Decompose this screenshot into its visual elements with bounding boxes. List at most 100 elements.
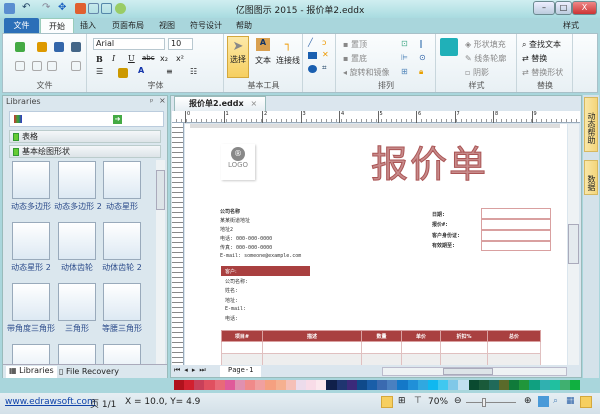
arc-icon[interactable]: ɔ xyxy=(322,38,326,47)
tab-file-recovery[interactable]: ▯ File Recovery xyxy=(59,367,119,376)
shape-fill-button[interactable]: ◈ 形状填充 xyxy=(465,39,506,50)
distribute-icon[interactable]: ‖ xyxy=(419,39,423,48)
presentation-icon[interactable]: ⊤ xyxy=(414,396,422,406)
italic-button[interactable]: I xyxy=(112,54,115,63)
color-swatch[interactable] xyxy=(326,380,337,390)
cut-icon[interactable] xyxy=(15,61,25,71)
maximize-button[interactable]: □ xyxy=(555,1,572,15)
library-section-basic-shapes[interactable]: 基本绘图形状 xyxy=(9,145,161,158)
zoom-fit-icon[interactable]: ⌕ xyxy=(553,396,558,406)
new-icon[interactable] xyxy=(15,42,25,52)
size-icon[interactable]: ⊞ xyxy=(401,67,408,76)
find-text-button[interactable]: ⌕ 查找文本 xyxy=(522,39,561,50)
normal-view-button[interactable] xyxy=(381,396,393,408)
color-swatch[interactable] xyxy=(488,380,499,390)
color-swatch[interactable] xyxy=(174,380,185,390)
color-swatch[interactable] xyxy=(346,380,357,390)
line-icon[interactable]: ╱ xyxy=(308,38,313,47)
text-tool-button[interactable]: A 文本 xyxy=(252,38,274,66)
color-swatch[interactable] xyxy=(570,380,581,390)
vertical-scrollbar[interactable] xyxy=(568,124,579,365)
website-link[interactable]: www.edrawsoft.com xyxy=(5,397,96,407)
color-swatch[interactable] xyxy=(204,380,215,390)
color-swatch[interactable] xyxy=(407,380,418,390)
rotate-flip-button[interactable]: ◂ 旋转和镜像 xyxy=(343,67,390,78)
data-tab[interactable]: 数据 xyxy=(584,160,598,195)
tab-help[interactable]: 帮助 xyxy=(228,18,260,33)
save-icon[interactable] xyxy=(54,42,64,52)
cross-icon[interactable]: ✕ xyxy=(322,50,329,59)
ellipse-icon[interactable] xyxy=(308,65,317,73)
color-swatch[interactable] xyxy=(499,380,510,390)
zoom-in-button[interactable]: ⊕ xyxy=(524,396,532,406)
shadow-button[interactable]: ▫ 阴影 xyxy=(465,67,489,78)
color-swatch[interactable] xyxy=(377,380,388,390)
color-swatch[interactable] xyxy=(468,380,479,390)
color-swatch[interactable] xyxy=(397,380,408,390)
style-menu[interactable]: 样式 xyxy=(555,18,587,33)
shape-dynamic-polygon[interactable] xyxy=(12,161,50,199)
color-swatch[interactable] xyxy=(255,380,266,390)
tab-page-layout[interactable]: 页面布局 xyxy=(104,18,152,33)
group-icon[interactable]: ⊡ xyxy=(401,39,408,48)
format-painter-icon[interactable] xyxy=(71,61,81,71)
center-icon[interactable]: ⊙ xyxy=(419,53,426,62)
color-swatch[interactable] xyxy=(265,380,276,390)
color-swatch[interactable] xyxy=(509,380,520,390)
tab-file[interactable]: 文件 xyxy=(4,18,39,33)
library-menu-icon[interactable] xyxy=(14,115,22,123)
zoom-out-button[interactable]: ⊖ xyxy=(454,396,462,406)
color-swatch[interactable] xyxy=(539,380,550,390)
paste-icon[interactable] xyxy=(47,61,57,71)
color-swatch[interactable] xyxy=(458,380,469,390)
font-size-select[interactable]: 10 xyxy=(168,38,193,50)
tab-close-icon[interactable]: × xyxy=(250,99,257,108)
select-tool-button[interactable]: ➤ 选择 xyxy=(227,36,249,78)
color-swatch[interactable] xyxy=(438,380,449,390)
valid-until-field[interactable] xyxy=(481,241,551,251)
subscript-button[interactable]: x₂ xyxy=(160,54,168,63)
color-swatch[interactable] xyxy=(214,380,225,390)
page-view-icon[interactable]: ⊞ xyxy=(398,396,406,406)
page-tab[interactable]: Page-1 xyxy=(220,366,262,377)
strikethrough-button[interactable]: abc xyxy=(142,54,155,62)
drawing-canvas[interactable]: ® LOGO 报价单 公司名称 某某街道地址 地址2 电话: 000-000-0… xyxy=(185,124,567,365)
close-button[interactable]: X xyxy=(572,1,597,15)
minimize-button[interactable]: – xyxy=(533,1,555,15)
font-family-select[interactable]: Arial xyxy=(93,38,165,50)
shape-dynamic-star-2[interactable] xyxy=(12,222,50,260)
tab-view[interactable]: 视图 xyxy=(151,18,183,33)
color-swatch[interactable] xyxy=(295,380,307,390)
color-swatch[interactable] xyxy=(529,380,540,390)
bullets-icon[interactable]: ☷ xyxy=(190,67,197,76)
color-swatch[interactable] xyxy=(184,380,195,390)
color-swatch[interactable] xyxy=(417,380,428,390)
horizontal-scrollbar[interactable] xyxy=(382,367,567,376)
quick-style-icon[interactable] xyxy=(440,38,458,56)
color-swatch[interactable] xyxy=(356,380,367,390)
shape-dynamic-star[interactable] xyxy=(103,161,141,199)
tab-insert[interactable]: 插入 xyxy=(72,18,104,33)
page-nav-buttons[interactable]: ⏮◂▸⏭ xyxy=(174,366,210,375)
replace-button[interactable]: ⇄ 替换 xyxy=(522,53,547,64)
grid-icon[interactable]: ▦ xyxy=(566,396,575,406)
color-swatch[interactable] xyxy=(194,380,205,390)
connector-tool-button[interactable]: ┐ 连接线 xyxy=(275,38,301,66)
bold-button[interactable]: B xyxy=(96,54,103,64)
color-swatch[interactable] xyxy=(478,380,489,390)
highlight-icon[interactable] xyxy=(118,68,128,78)
shape-triangle[interactable] xyxy=(58,283,96,321)
color-swatch[interactable] xyxy=(519,380,530,390)
open-icon[interactable] xyxy=(37,42,47,52)
shape-gear-2[interactable] xyxy=(103,222,141,260)
go-icon[interactable]: ➜ xyxy=(113,115,122,124)
tab-symbol-design[interactable]: 符号设计 xyxy=(182,18,230,33)
panel-close-icon[interactable]: × xyxy=(159,96,166,105)
underline-button[interactable]: U xyxy=(128,54,135,63)
crop-icon[interactable]: ⌗ xyxy=(322,63,327,73)
color-swatch[interactable] xyxy=(224,380,235,390)
align-icon[interactable]: ≡ xyxy=(166,67,173,76)
zoom-slider[interactable] xyxy=(466,398,516,407)
fit-page-icon[interactable] xyxy=(538,396,549,407)
color-swatch[interactable] xyxy=(285,380,296,390)
